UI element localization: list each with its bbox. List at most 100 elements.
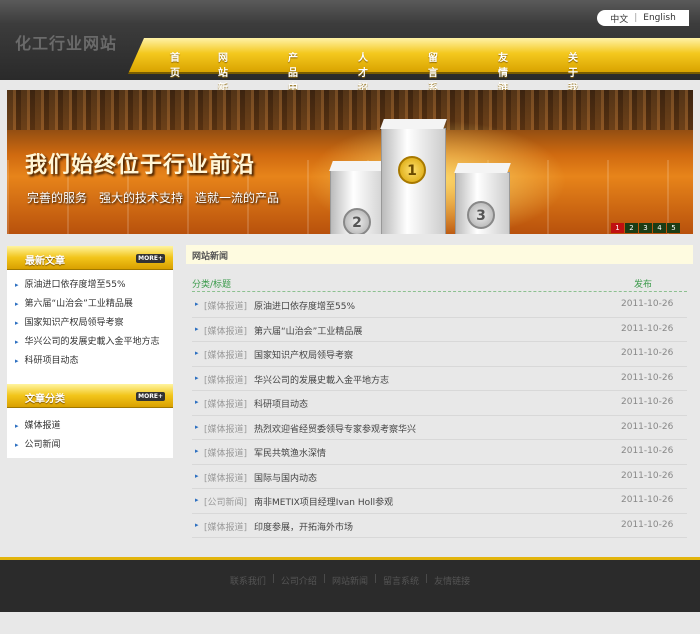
news-row[interactable]: ▸ [媒体报道] 热烈欢迎省经贸委领导专家参观考察华兴 2011-10-26 xyxy=(192,416,687,440)
arrow-icon: ▸ xyxy=(195,471,199,480)
arrow-icon: ▸ xyxy=(195,422,199,431)
news-title[interactable]: 第六届“山治会”工业精品展 xyxy=(254,324,362,337)
news-row[interactable]: ▸ [媒体报道] 军民共筑渔水深情 2011-10-26 xyxy=(192,440,687,465)
news-category[interactable]: [媒体报道] xyxy=(204,324,247,337)
latest-more-button[interactable]: MORE+ xyxy=(136,254,165,263)
article-categories-list: ▸ 媒体报道 ▸ 公司新闻 xyxy=(7,411,173,455)
news-category[interactable]: [媒体报道] xyxy=(204,471,247,484)
latest-article-title: 科研项目动态 xyxy=(24,356,79,366)
footer-link[interactable]: 留言系统 xyxy=(383,574,419,587)
lang-separator: | xyxy=(634,13,638,23)
news-category[interactable]: [媒体报道] xyxy=(204,422,247,435)
site-logo[interactable]: 化工行业网站 xyxy=(15,30,117,54)
language-switch: 中文 | English xyxy=(597,10,689,26)
latest-articles-title: 最新文章 xyxy=(25,256,65,267)
news-title[interactable]: 原油进口依存度增至55% xyxy=(254,299,355,312)
news-date: 2011-10-26 xyxy=(621,323,674,334)
news-row[interactable]: ▸ [媒体报道] 国际与国内动态 2011-10-26 xyxy=(192,465,687,489)
hero-banner: 1 2 3 我们始终位于行业前沿 完善的服务 强大的技术支持 造就一流的产品 xyxy=(7,90,693,234)
latest-article-title: 华兴公司的发展史載入金平地方志 xyxy=(24,337,160,347)
lang-chinese-link[interactable]: 中文 xyxy=(610,12,628,25)
news-date: 2011-10-26 xyxy=(621,519,674,530)
news-row[interactable]: ▸ [媒体报道] 华兴公司的发展史載入金平地方志 2011-10-26 xyxy=(192,367,687,391)
column-date-label: 发布 xyxy=(634,280,653,290)
arrow-icon: ▸ xyxy=(195,324,199,333)
banner-page-5[interactable]: 5 xyxy=(667,223,680,233)
news-category[interactable]: [媒体报道] xyxy=(204,348,247,361)
main-nav: 首页网站新闻产品中心人才招聘留言系统友情链接关于我们 xyxy=(128,38,700,109)
latest-article-item[interactable]: ▸ 科研项目动态 xyxy=(15,352,173,371)
news-row[interactable]: ▸ [媒体报道] 科研项目动态 2011-10-26 xyxy=(192,391,687,416)
news-row[interactable]: ▸ [媒体报道] 第六届“山治会”工业精品展 2011-10-26 xyxy=(192,318,687,342)
latest-articles-header: 最新文章 MORE+ xyxy=(7,246,173,270)
banner-pager: 12345 xyxy=(611,223,680,233)
arrow-icon: ▸ xyxy=(195,373,199,382)
medal-1-icon: 1 xyxy=(398,156,426,184)
banner-page-1[interactable]: 1 xyxy=(611,223,624,233)
news-title[interactable]: 军民共筑渔水深情 xyxy=(254,446,326,459)
news-title[interactable]: 印度参展，开拓海外市场 xyxy=(254,520,353,533)
latest-article-item[interactable]: ▸ 第六届“山治会”工业精品展 xyxy=(15,295,173,314)
site-header: 化工行业网站 中文 | English 首页网站新闻产品中心人才招聘留言系统友情… xyxy=(0,0,700,109)
article-categories-title: 文章分类 xyxy=(25,394,65,405)
news-title[interactable]: 热烈欢迎省经贸委领导专家参观考察华兴 xyxy=(254,422,416,435)
footer-separator: | xyxy=(425,574,429,584)
arrow-icon: ▸ xyxy=(195,300,199,308)
category-item[interactable]: ▸ 公司新闻 xyxy=(15,436,173,455)
arrow-icon: ▸ xyxy=(15,319,19,327)
news-row[interactable]: ▸ [公司新闻] 南非METIX项目经理Ivan Holl参观 2011-10-26 xyxy=(192,489,687,514)
news-row[interactable]: ▸ [媒体报道] 原油进口依存度增至55% 2011-10-26 xyxy=(192,293,687,318)
news-category[interactable]: [媒体报道] xyxy=(204,520,247,533)
category-item[interactable]: ▸ 媒体报道 xyxy=(15,417,173,436)
footer-link[interactable]: 公司介绍 xyxy=(281,574,317,587)
category-label: 公司新闻 xyxy=(24,440,61,450)
column-title-label: 分类/标题 xyxy=(192,280,232,290)
banner-slogan: 完善的服务 强大的技术支持 造就一流的产品 xyxy=(27,191,280,205)
lang-english-link[interactable]: English xyxy=(643,13,676,23)
sidebar: 最新文章 MORE+ ▸ 原油进口依存度增至55% ▸ 第六届“山治会”工业精品展 ▸ 国… xyxy=(7,246,173,458)
news-category[interactable]: [媒体报道] xyxy=(204,397,247,410)
news-title[interactable]: 华兴公司的发展史載入金平地方志 xyxy=(254,373,389,386)
footer-link[interactable]: 联系我们 xyxy=(230,574,266,587)
news-title[interactable]: 国际与国内动态 xyxy=(254,471,317,484)
news-date: 2011-10-26 xyxy=(621,299,674,309)
latest-article-item[interactable]: ▸ 国家知识产权局领导考察 xyxy=(15,314,173,333)
news-date: 2011-10-26 xyxy=(621,446,674,456)
latest-article-item[interactable]: ▸ 原油进口依存度增至55% xyxy=(15,276,173,295)
nav-item-0[interactable]: 首页 xyxy=(170,49,180,79)
arrow-icon: ▸ xyxy=(15,338,19,346)
arrow-icon: ▸ xyxy=(15,300,19,308)
page-bottom xyxy=(0,612,700,634)
arrow-icon: ▸ xyxy=(195,349,199,357)
footer-link[interactable]: 友情链接 xyxy=(434,574,470,587)
banner-page-3[interactable]: 3 xyxy=(639,223,652,233)
banner-headline: 我们始终位于行业前沿 xyxy=(25,152,256,178)
news-date: 2011-10-26 xyxy=(621,397,674,407)
arrow-icon: ▸ xyxy=(15,281,19,289)
news-row[interactable]: ▸ [媒体报道] 国家知识产权局领导考察 2011-10-26 xyxy=(192,342,687,367)
news-section-title: 网站新闻 xyxy=(192,252,229,262)
news-date: 2011-10-26 xyxy=(621,372,674,383)
news-date: 2011-10-26 xyxy=(621,421,674,432)
news-title[interactable]: 国家知识产权局领导考察 xyxy=(254,348,353,361)
categories-more-button[interactable]: MORE+ xyxy=(136,392,165,401)
news-row[interactable]: ▸ [媒体报道] 印度参展，开拓海外市场 2011-10-26 xyxy=(192,514,687,538)
news-title[interactable]: 科研项目动态 xyxy=(254,397,308,410)
latest-articles-list: ▸ 原油进口依存度增至55% ▸ 第六届“山治会”工业精品展 ▸ 国家知识产权局领导考察 ▸… xyxy=(7,270,173,371)
news-category[interactable]: [公司新闻] xyxy=(204,495,247,508)
footer-links: 联系我们 | 公司介绍 | 网站新闻 | 留言系统 | 友情链接 xyxy=(0,574,700,587)
arrow-icon: ▸ xyxy=(15,441,19,449)
banner-page-4[interactable]: 4 xyxy=(653,223,666,233)
news-title[interactable]: 南非METIX项目经理Ivan Holl参观 xyxy=(254,495,393,508)
news-category[interactable]: [媒体报道] xyxy=(204,299,247,312)
footer-link[interactable]: 网站新闻 xyxy=(332,574,368,587)
category-label: 媒体报道 xyxy=(24,421,61,431)
latest-article-item[interactable]: ▸ 华兴公司的发展史載入金平地方志 xyxy=(15,333,173,352)
news-column-header: 分类/标题 发布 xyxy=(192,275,687,292)
news-date: 2011-10-26 xyxy=(621,470,674,481)
banner-page-2[interactable]: 2 xyxy=(625,223,638,233)
news-list: ▸ [媒体报道] 原油进口依存度增至55% 2011-10-26 ▸ [媒体报道] 第六届“… xyxy=(192,293,687,538)
news-category[interactable]: [媒体报道] xyxy=(204,373,247,386)
news-category[interactable]: [媒体报道] xyxy=(204,446,247,459)
medal-3-icon: 3 xyxy=(467,201,495,229)
